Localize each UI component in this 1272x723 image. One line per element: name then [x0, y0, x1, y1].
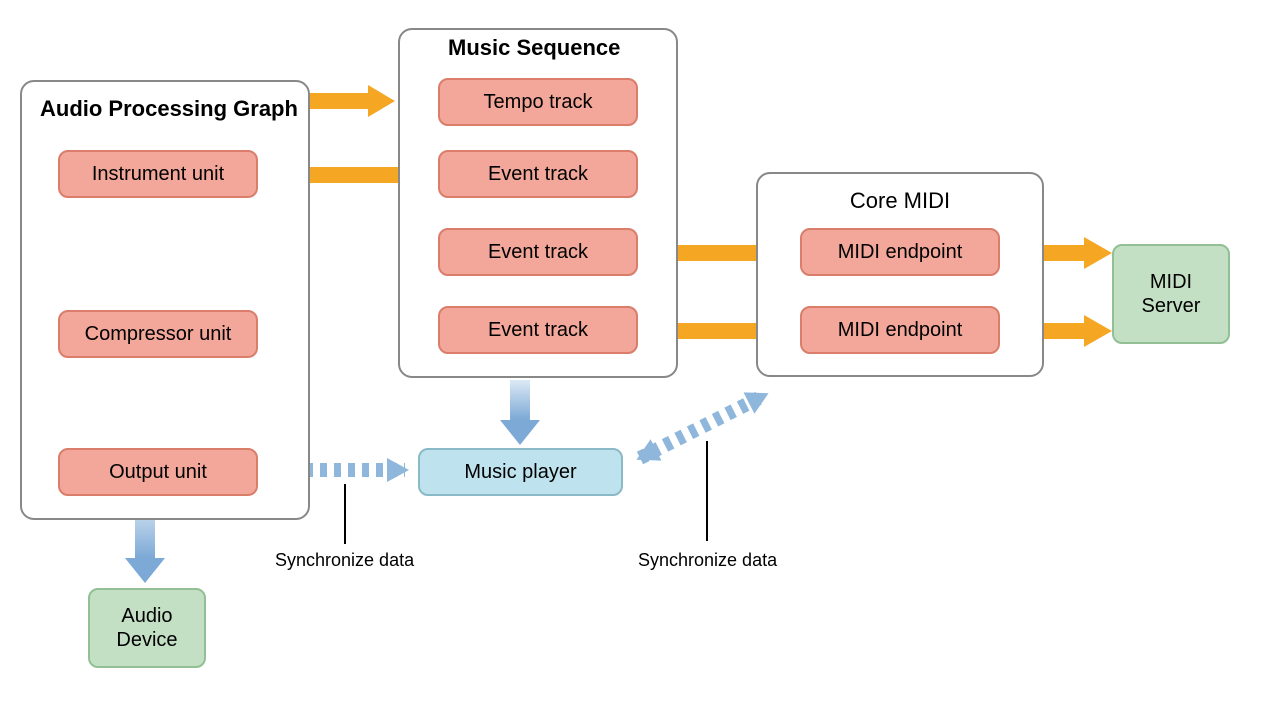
sync-line-right: [706, 441, 708, 541]
node-instrument-unit: Instrument unit: [58, 150, 258, 198]
diagram-canvas: Audio Processing Graph Instrument unit C…: [0, 0, 1272, 723]
group-title-core-midi: Core MIDI: [756, 188, 1044, 214]
node-midi-endpoint-1: MIDI endpoint: [800, 228, 1000, 276]
node-midi-endpoint-2: MIDI endpoint: [800, 306, 1000, 354]
group-title-audio-processing: Audio Processing Graph: [40, 96, 298, 122]
caption-sync-right: Synchronize data: [638, 550, 777, 571]
node-music-player: Music player: [418, 448, 623, 496]
caption-sync-left: Synchronize data: [275, 550, 414, 571]
sync-line-left: [344, 484, 346, 544]
node-midi-server: MIDI Server: [1112, 244, 1230, 344]
node-tempo-track: Tempo track: [438, 78, 638, 126]
node-event-track-3: Event track: [438, 306, 638, 354]
node-output-unit: Output unit: [58, 448, 258, 496]
node-event-track-2: Event track: [438, 228, 638, 276]
group-title-music-sequence: Music Sequence: [448, 35, 620, 61]
node-compressor-unit: Compressor unit: [58, 310, 258, 358]
node-event-track-1: Event track: [438, 150, 638, 198]
node-audio-device: Audio Device: [88, 588, 206, 668]
